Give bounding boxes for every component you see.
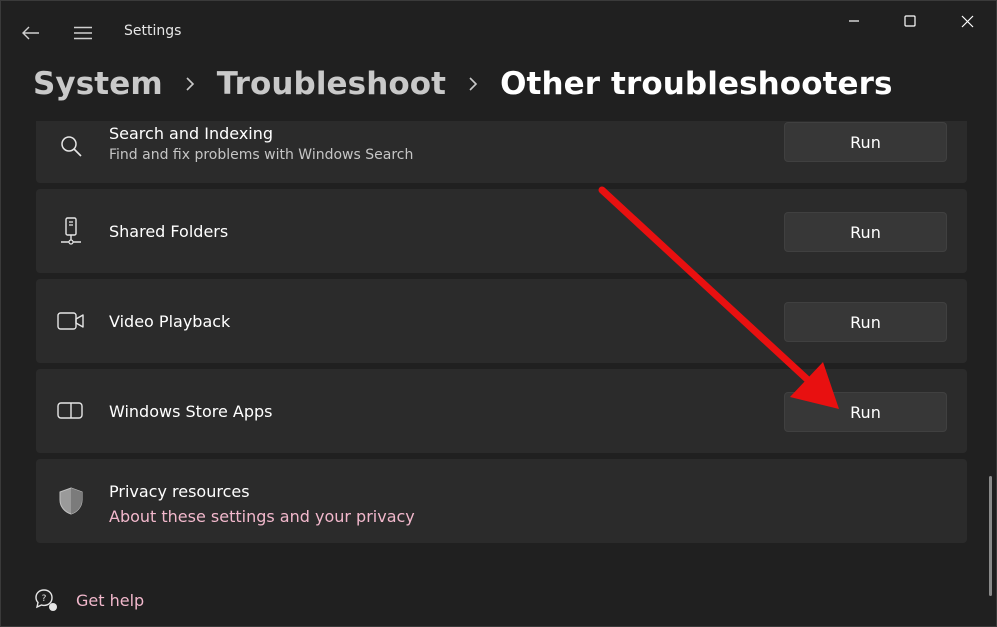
troubleshooter-description: Find and fix problems with Windows Searc… — [109, 147, 414, 163]
get-help-label: Get help — [76, 590, 145, 610]
troubleshooter-name: Shared Folders — [109, 222, 229, 241]
close-icon — [961, 15, 973, 27]
run-windows-store-apps-button[interactable]: Run — [784, 392, 947, 432]
back-button[interactable] — [15, 19, 47, 47]
chevron-right-icon — [469, 77, 478, 91]
get-help[interactable]: ? Get help — [33, 585, 144, 615]
minimize-button[interactable] — [826, 1, 882, 41]
privacy-resources-title: Privacy resources — [109, 482, 250, 501]
scrollbar-thumb[interactable] — [989, 476, 992, 596]
shield-icon — [56, 486, 86, 516]
breadcrumb-separator — [446, 76, 500, 92]
breadcrumb-troubleshoot[interactable]: Troubleshoot — [217, 66, 446, 102]
svg-text:?: ? — [42, 594, 47, 604]
window-title: Settings — [124, 23, 182, 39]
store-apps-icon — [56, 396, 86, 426]
navigation-menu-button[interactable] — [67, 19, 99, 47]
help-chat-icon: ? — [33, 587, 59, 613]
troubleshooter-name: Video Playback — [109, 312, 231, 331]
privacy-resources-card: Privacy resources About these settings a… — [36, 459, 967, 543]
troubleshooter-windows-store-apps: Windows Store Apps Run — [36, 369, 967, 453]
run-search-and-indexing-button[interactable]: Run — [784, 122, 947, 162]
search-icon — [56, 131, 86, 161]
troubleshooter-list: Search and Indexing Find and fix problem… — [36, 121, 967, 549]
breadcrumb-system[interactable]: System — [33, 66, 163, 102]
privacy-settings-link[interactable]: About these settings and your privacy — [109, 507, 415, 526]
maximize-icon — [904, 15, 916, 27]
chevron-right-icon — [186, 77, 194, 91]
maximize-button[interactable] — [882, 1, 938, 41]
run-video-playback-button[interactable]: Run — [784, 302, 947, 342]
run-shared-folders-button[interactable]: Run — [784, 212, 947, 252]
hamburger-menu-icon — [74, 26, 92, 40]
settings-window: Settings System Troubleshoot Other troub… — [0, 0, 997, 627]
troubleshooter-name: Search and Indexing — [109, 124, 274, 143]
minimize-icon — [849, 20, 859, 22]
video-camera-icon — [56, 306, 86, 336]
shared-folders-icon — [56, 216, 86, 246]
troubleshooter-name: Windows Store Apps — [109, 402, 273, 421]
title-bar: Settings — [1, 1, 996, 63]
breadcrumb: System Troubleshoot Other troubleshooter… — [33, 61, 893, 107]
page-title: Other troubleshooters — [500, 66, 893, 102]
troubleshooter-search-and-indexing: Search and Indexing Find and fix problem… — [36, 121, 967, 183]
close-button[interactable] — [939, 1, 995, 41]
breadcrumb-separator — [163, 76, 217, 92]
troubleshooter-shared-folders: Shared Folders Run — [36, 189, 967, 273]
back-arrow-icon — [22, 26, 39, 40]
troubleshooter-video-playback: Video Playback Run — [36, 279, 967, 363]
